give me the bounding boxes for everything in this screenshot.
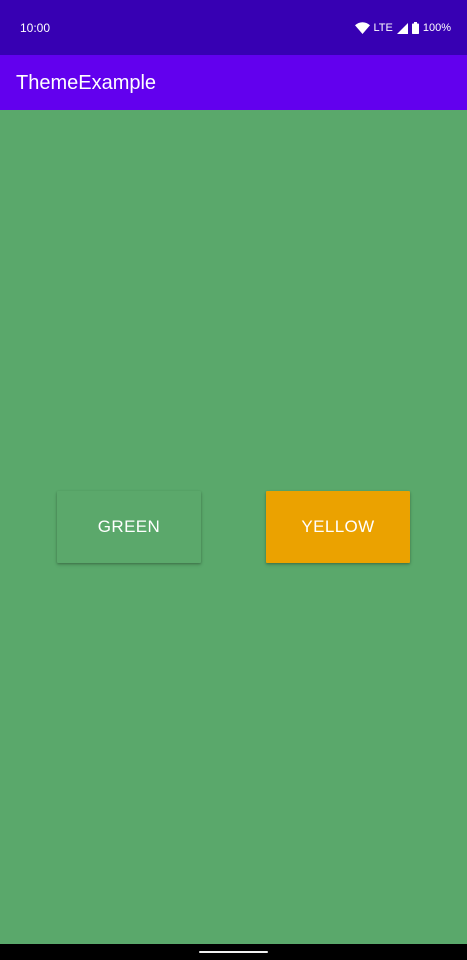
status-bar: 10:00 LTE 100% <box>0 0 467 55</box>
main-content: GREEN YELLOW <box>0 110 467 944</box>
app-bar: ThemeExample <box>0 55 467 110</box>
signal-icon <box>396 22 408 34</box>
status-time: 10:00 <box>20 21 51 35</box>
home-gesture-handle[interactable] <box>199 951 268 953</box>
battery-icon <box>411 22 419 34</box>
network-type: LTE <box>373 22 393 34</box>
yellow-button[interactable]: YELLOW <box>266 491 410 563</box>
wifi-icon <box>354 22 370 34</box>
status-icons: LTE 100% <box>354 19 451 37</box>
app-title: ThemeExample <box>16 72 157 94</box>
navigation-bar <box>0 944 467 960</box>
battery-level: 100% <box>422 22 451 34</box>
green-button[interactable]: GREEN <box>57 491 201 563</box>
